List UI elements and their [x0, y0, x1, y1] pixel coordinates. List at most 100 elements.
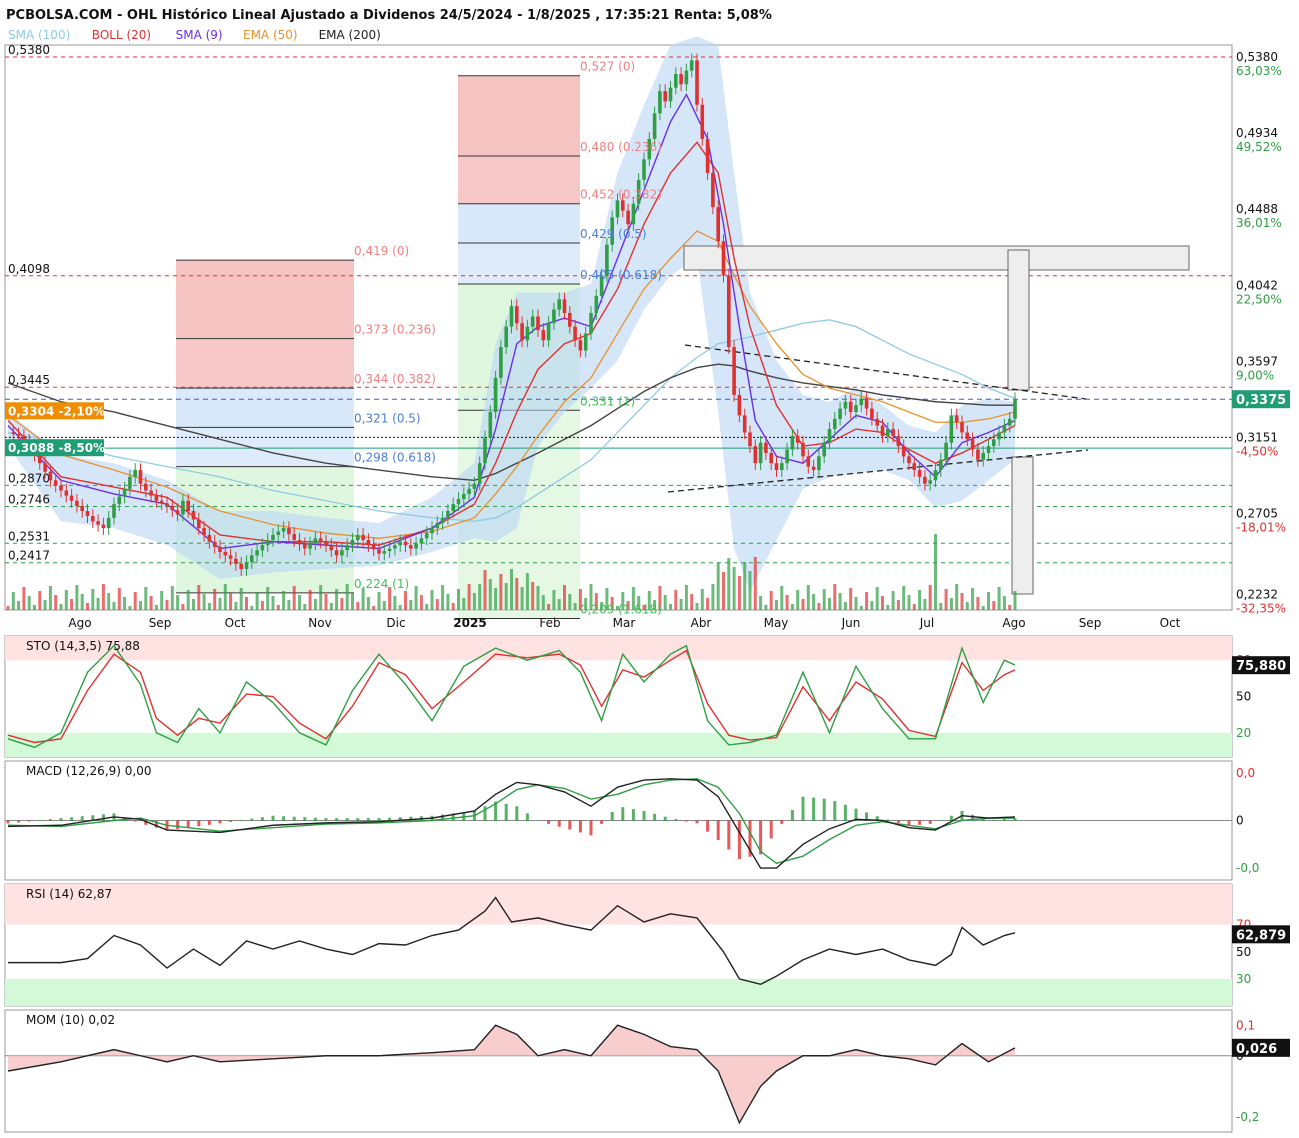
- candle-body: [870, 408, 874, 419]
- volume-bar: [467, 584, 471, 610]
- volume-bar: [971, 588, 975, 610]
- candle-body: [764, 442, 768, 453]
- candle-body: [541, 330, 546, 341]
- x-tick-label: Oct: [1160, 616, 1181, 630]
- candle-body: [1013, 399, 1017, 419]
- candle-body: [260, 545, 265, 551]
- volume-bar: [706, 598, 710, 610]
- rsi-current-label: 62,879: [1236, 928, 1286, 943]
- volume-bar: [117, 588, 121, 610]
- legend-item: EMA (200): [319, 28, 381, 42]
- volume-bar: [870, 601, 874, 610]
- candle-body: [281, 528, 286, 532]
- y-pct-label: 36,01%: [1236, 216, 1282, 230]
- volume-bar: [976, 597, 980, 610]
- volume-bar: [414, 586, 418, 610]
- y-tick-label: 0,4042: [1236, 278, 1278, 292]
- volume-bar: [372, 606, 376, 610]
- candle-body: [848, 401, 853, 412]
- volume-bar: [234, 602, 238, 610]
- volume-bar: [833, 584, 837, 610]
- fib-label: 0,321 (0.5): [354, 411, 421, 425]
- candle-body: [80, 505, 84, 511]
- candle-body: [85, 510, 90, 517]
- macd-histogram-bar: [80, 816, 84, 821]
- volume-bar: [796, 590, 800, 610]
- volume-bar: [54, 595, 58, 610]
- candle-body: [255, 550, 259, 556]
- legend-item: SMA (100): [8, 28, 70, 42]
- volume-bar: [828, 598, 831, 610]
- candle-body: [483, 437, 487, 464]
- macd-histogram-bar: [780, 820, 784, 824]
- candle-body: [817, 456, 821, 471]
- candle-body: [191, 510, 196, 520]
- volume-bar: [690, 594, 694, 610]
- candle-body: [515, 306, 519, 324]
- candle-body: [387, 548, 392, 552]
- volume-bar: [759, 596, 763, 610]
- macd-histogram-bar: [260, 817, 264, 821]
- volume-bar: [112, 602, 116, 610]
- candle-body: [806, 456, 811, 467]
- candle-body: [303, 544, 307, 549]
- volume-bar: [229, 593, 233, 610]
- y-pct-label: 63,03%: [1236, 64, 1282, 78]
- x-tick-label: Mar: [613, 616, 636, 630]
- macd-histogram-bar: [101, 814, 105, 821]
- volume-bar: [1008, 605, 1012, 610]
- candle-body: [228, 555, 233, 559]
- volume-bar: [525, 573, 529, 610]
- volume-bar: [955, 584, 959, 610]
- candle-body: [101, 524, 106, 529]
- chart-svg: PCBOLSA.COM - OHL Histórico Lineal Ajust…: [4, 8, 1290, 1133]
- fib-label: 0,452 (0.382): [580, 188, 662, 202]
- rsi-oversold-zone: [5, 978, 1232, 1006]
- candle-body: [769, 452, 773, 464]
- macd-histogram-bar: [377, 818, 381, 821]
- x-tick-label: Oct: [225, 616, 246, 630]
- y-pct-label: 9,00%: [1236, 368, 1274, 382]
- volume-bar: [987, 592, 990, 610]
- y-tick-label: 0,2232: [1236, 587, 1278, 601]
- legend-item: SMA (9): [176, 28, 223, 42]
- volume-bar: [504, 583, 508, 610]
- volume-bar: [812, 594, 816, 610]
- candle-body: [446, 510, 450, 518]
- candle-body: [154, 495, 159, 501]
- x-tick-label: Sep: [1079, 616, 1102, 630]
- macd-histogram-bar: [621, 807, 625, 821]
- volume-bar: [101, 584, 105, 610]
- volume-bar: [245, 597, 248, 610]
- volume-bar: [684, 585, 688, 610]
- volume-bar: [356, 602, 360, 610]
- macd-histogram-bar: [250, 818, 254, 821]
- macd-histogram-bar: [589, 820, 593, 836]
- fib-set-1-zone: [176, 338, 354, 389]
- macd-histogram-bar: [197, 820, 201, 827]
- volume-bar: [446, 594, 450, 610]
- volume-bar: [319, 585, 323, 610]
- projection-bar-down: [1011, 456, 1034, 595]
- candle-body: [181, 500, 185, 515]
- macd-histogram-bar: [896, 820, 900, 823]
- volume-bar: [843, 602, 847, 610]
- candle-body: [886, 429, 890, 436]
- volume-bar: [59, 604, 63, 610]
- macd-histogram-bar: [186, 820, 190, 828]
- y-pct-label: 49,52%: [1236, 140, 1282, 154]
- macd-signal-line: [7, 778, 1015, 865]
- x-tick-label: Abr: [691, 616, 712, 630]
- volume-bar: [17, 601, 21, 610]
- macd-histogram-bar: [515, 806, 519, 821]
- volume-bar: [107, 593, 111, 610]
- volume-bar: [563, 585, 566, 610]
- volume-bar: [419, 595, 423, 610]
- macd-histogram-bar: [928, 820, 932, 824]
- fib-label: 0,331 (1): [580, 394, 635, 408]
- candle-body: [742, 415, 747, 433]
- volume-bar: [86, 603, 89, 610]
- fib-set-1-zone: [176, 427, 354, 467]
- volume-bar: [170, 586, 174, 610]
- candle-body: [1007, 418, 1012, 426]
